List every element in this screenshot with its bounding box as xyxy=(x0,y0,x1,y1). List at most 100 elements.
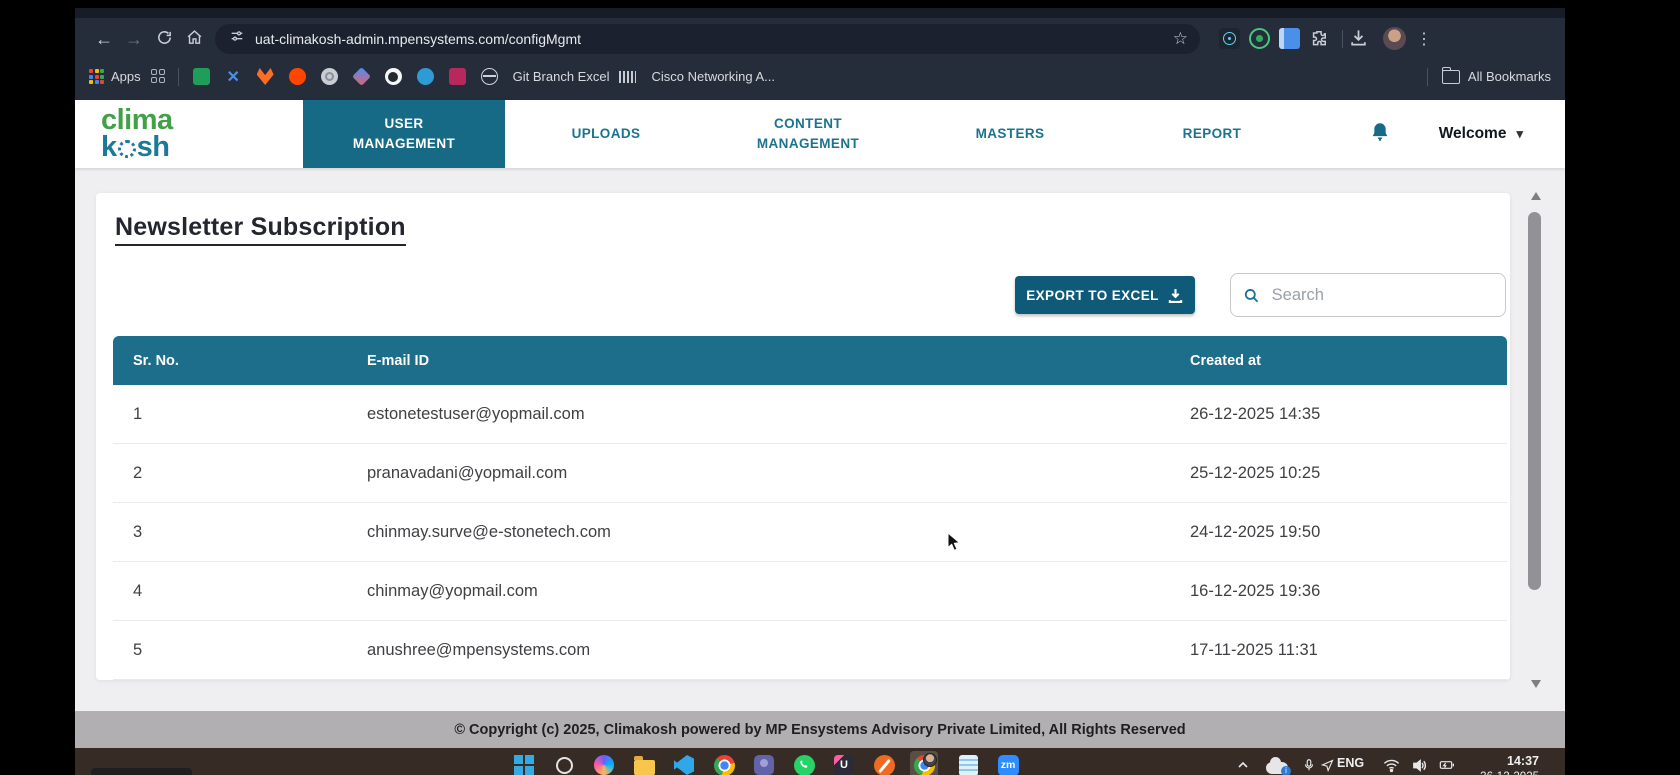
screen-recording-indicator[interactable]: screen rec xyxy=(91,768,192,775)
cell-created: 24-12-2025 19:50 xyxy=(1190,523,1507,542)
site-footer: © Copyright (c) 2025, Climakosh powered … xyxy=(75,711,1565,748)
scrollbar-thumb[interactable] xyxy=(1528,212,1541,590)
scroll-up-icon[interactable] xyxy=(1531,192,1541,200)
language-indicator[interactable]: ENG xyxy=(1337,756,1364,770)
tab-masters[interactable]: MASTERS xyxy=(909,100,1111,168)
gemini-favicon[interactable] xyxy=(352,67,371,86)
globe-favicon[interactable] xyxy=(481,68,498,85)
bookmark-git-branch[interactable]: Git Branch Excel xyxy=(513,69,610,84)
cisco-favicon[interactable] xyxy=(619,71,636,83)
gitlab-favicon[interactable] xyxy=(257,68,274,85)
reload-icon[interactable] xyxy=(149,29,179,49)
chrome-icon[interactable] xyxy=(712,753,736,775)
cell-srno: 3 xyxy=(113,523,367,542)
site-info-icon[interactable] xyxy=(229,28,245,49)
time-text: 14:37 xyxy=(1473,754,1539,770)
battery-icon[interactable] xyxy=(1435,753,1459,775)
table-row: 3 chinmay.surve@e-stonetech.com 24-12-20… xyxy=(113,503,1507,562)
x-favicon[interactable]: ✕ xyxy=(225,68,242,85)
main-nav: USER MANAGEMENT UPLOADS CONTENT MANAGEME… xyxy=(303,100,1313,168)
search-icon xyxy=(1243,286,1260,305)
taskbar-clock[interactable]: 14:37 26-12-2025 xyxy=(1473,754,1539,775)
all-bookmarks-button[interactable]: All Bookmarks xyxy=(1468,69,1551,84)
mouse-cursor xyxy=(947,532,965,557)
url-text[interactable]: uat-climakosh-admin.mpensystems.com/conf… xyxy=(255,31,581,47)
cell-srno: 4 xyxy=(113,582,367,601)
gear-icon xyxy=(118,140,136,158)
extension-book-icon[interactable] xyxy=(1279,28,1300,49)
table-row: 4 chinmay@yopmail.com 16-12-2025 19:36 xyxy=(113,562,1507,621)
back-icon[interactable]: ← xyxy=(89,30,119,48)
zoom-icon[interactable]: zm xyxy=(996,753,1020,775)
home-icon[interactable] xyxy=(179,29,209,49)
extension-green-icon[interactable] xyxy=(1249,28,1270,49)
welcome-menu[interactable]: Welcome ▾ xyxy=(1439,125,1523,143)
copyright-text: © Copyright (c) 2025, Climakosh powered … xyxy=(454,722,1185,738)
download-icon xyxy=(1167,287,1184,304)
wifi-icon[interactable] xyxy=(1379,753,1403,775)
whatsapp-icon[interactable] xyxy=(792,753,816,775)
download-icon[interactable] xyxy=(1343,28,1373,50)
chrome-active-icon[interactable] xyxy=(910,751,938,775)
address-bar[interactable]: uat-climakosh-admin.mpensystems.com/conf… xyxy=(215,24,1200,54)
logo-line1: clima xyxy=(101,107,303,134)
volume-icon[interactable] xyxy=(1407,753,1431,775)
dashboard-grid-icon[interactable] xyxy=(151,69,166,84)
export-button-label: EXPORT TO EXCEL xyxy=(1026,288,1159,303)
bookmark-star-icon[interactable]: ☆ xyxy=(1173,29,1188,49)
tab-uploads[interactable]: UPLOADS xyxy=(505,100,707,168)
cell-email: estonetestuser@yopmail.com xyxy=(367,405,1190,424)
page-title: Newsletter Subscription xyxy=(115,213,406,246)
bookmarks-divider-right xyxy=(1427,68,1428,86)
file-explorer-icon[interactable] xyxy=(632,753,656,775)
copilot-icon[interactable] xyxy=(592,753,616,775)
bell-icon[interactable] xyxy=(1369,120,1391,149)
tab-user-management[interactable]: USER MANAGEMENT xyxy=(303,100,505,168)
s-favicon[interactable] xyxy=(417,68,434,85)
sheets-favicon[interactable] xyxy=(193,68,210,85)
taskbar-search-icon[interactable] xyxy=(552,753,576,775)
pen-icon[interactable] xyxy=(872,753,896,775)
profile-avatar[interactable] xyxy=(1383,27,1406,50)
reddit-favicon[interactable] xyxy=(289,68,306,85)
openai-favicon[interactable] xyxy=(321,68,338,85)
cell-email: anushree@mpensystems.com xyxy=(367,641,1190,660)
cell-email: chinmay@yopmail.com xyxy=(367,582,1190,601)
bookmarks-bar: Apps ✕ Git Branch Excel Cisco Networking… xyxy=(75,59,1565,94)
react-devtools-icon[interactable] xyxy=(1219,28,1240,49)
content-card: Newsletter Subscription EXPORT TO EXCEL … xyxy=(96,193,1510,680)
menu-dots-icon[interactable]: ⋮ xyxy=(1416,29,1432,49)
onedrive-icon[interactable] xyxy=(1265,753,1289,775)
extensions-puzzle-icon[interactable] xyxy=(1309,28,1330,49)
search-box[interactable] xyxy=(1230,273,1506,317)
apps-grid-icon[interactable] xyxy=(89,69,104,84)
tray-chevron-icon[interactable] xyxy=(1231,753,1255,775)
github-favicon[interactable] xyxy=(385,68,402,85)
cell-created: 25-12-2025 10:25 xyxy=(1190,464,1507,483)
cell-email: pranavadani@yopmail.com xyxy=(367,464,1190,483)
scroll-down-icon[interactable] xyxy=(1531,680,1541,688)
windows-start-icon[interactable] xyxy=(512,753,536,775)
vscode-icon[interactable] xyxy=(672,753,696,775)
scrollbar[interactable] xyxy=(1527,190,1543,690)
tab-content-management[interactable]: CONTENT MANAGEMENT xyxy=(707,100,909,168)
search-input[interactable] xyxy=(1270,285,1493,306)
teams-icon[interactable] xyxy=(752,753,776,775)
page-content: Newsletter Subscription EXPORT TO EXCEL … xyxy=(75,168,1565,711)
location-icon[interactable] xyxy=(1315,753,1339,775)
subscription-table: Sr. No. E-mail ID Created at 1 estonetes… xyxy=(113,336,1507,680)
header-right: Welcome ▾ xyxy=(1313,100,1565,168)
bookmark-cisco[interactable]: Cisco Networking A... xyxy=(651,69,775,84)
forms-favicon[interactable] xyxy=(449,68,466,85)
cell-srno: 1 xyxy=(113,405,367,424)
apps-label[interactable]: Apps xyxy=(111,69,141,84)
folder-icon xyxy=(1442,70,1460,84)
table-row: 5 anushree@mpensystems.com 17-11-2025 11… xyxy=(113,621,1507,680)
export-to-excel-button[interactable]: EXPORT TO EXCEL xyxy=(1015,276,1195,314)
climakosh-logo[interactable]: clima ksh xyxy=(75,100,303,168)
tab-report[interactable]: REPORT xyxy=(1111,100,1313,168)
notepad-icon[interactable] xyxy=(956,753,980,775)
cell-created: 16-12-2025 19:36 xyxy=(1190,582,1507,601)
forward-icon[interactable]: → xyxy=(119,30,149,48)
ide-icon[interactable]: U xyxy=(832,753,856,775)
